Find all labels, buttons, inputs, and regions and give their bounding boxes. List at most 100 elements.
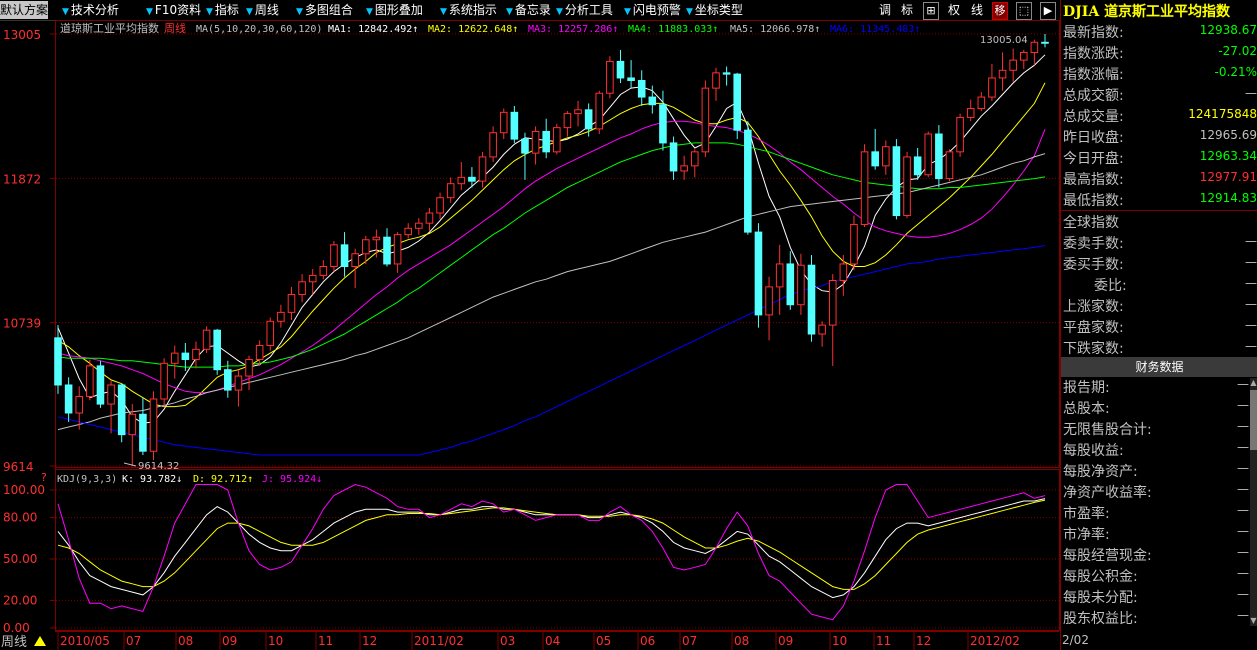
toolbar-item-7[interactable]: ▼ 系统指示 <box>440 1 497 19</box>
financial-value: — <box>1237 503 1249 517</box>
global-row: 平盘家数: — <box>1061 316 1257 337</box>
toolbar-item-label: 备忘录 <box>514 3 551 17</box>
price-tick-label: 9614 <box>3 460 34 474</box>
candle-body <box>563 113 572 129</box>
kdj-line-k <box>57 498 1046 599</box>
financial-row: 每股经营现金: — <box>1061 544 1251 565</box>
toolbar-item-0[interactable]: 默认方案 <box>0 1 49 19</box>
financial-label: 每股未分配: <box>1063 590 1138 606</box>
candle-body <box>680 165 688 172</box>
kdj-question-icon[interactable]: ? <box>41 471 47 484</box>
x-tick-label: 08 <box>734 634 749 648</box>
dropdown-arrow-icon: ▼ <box>686 7 693 17</box>
quote-row: 昨日收盘: 12965.69 <box>1061 126 1257 147</box>
dropdown-arrow-icon: ▼ <box>296 7 303 17</box>
candle-body <box>606 60 614 94</box>
toolbar-item-8[interactable]: ▼ 备忘录 <box>506 1 551 19</box>
financial-value: — <box>1237 482 1249 496</box>
toolbar-item-10[interactable]: ▼ 闪电预警 <box>624 1 681 19</box>
candle-body <box>128 413 137 436</box>
candle-body <box>255 344 264 360</box>
quote-value: 12977.91 <box>1199 170 1257 184</box>
candle-body <box>574 109 582 115</box>
ma-legend-item: MA2: 12622.648↑ <box>428 24 518 35</box>
candle-body <box>436 197 444 214</box>
quote-row: 总成交量: 124175848 <box>1061 105 1257 126</box>
toolbar-item-9[interactable]: ▼ 分析工具 <box>556 1 613 19</box>
window-icon[interactable]: ⬚ <box>1016 2 1032 20</box>
candle-body <box>956 116 964 153</box>
financial-header[interactable]: 财务数据 <box>1061 357 1257 377</box>
scroll-up-icon[interactable]: ▲ <box>1249 378 1257 388</box>
candle-body <box>351 253 359 267</box>
mark-button[interactable]: 标 <box>898 2 916 18</box>
candle-body <box>669 142 678 172</box>
candle-body <box>807 264 816 335</box>
candle-body <box>287 294 296 313</box>
global-label: 上涨家数: <box>1063 299 1124 315</box>
candle-body <box>690 151 699 167</box>
dropdown-arrow-icon: ▼ <box>556 7 563 17</box>
toolbar-item-label: 周线 <box>254 3 279 17</box>
quote-value: -27.02 <box>1218 44 1257 58</box>
candle-body <box>181 352 190 360</box>
rights-button[interactable]: 权 <box>945 2 963 18</box>
toolbar-item-3[interactable]: ▼ 指标 <box>206 1 239 19</box>
toolbar-item-1[interactable]: ▼ 技术分析 <box>62 1 119 19</box>
adjust-button[interactable]: 调 <box>876 2 894 18</box>
ma-legend-item: MA1: 12842.492↑ <box>328 24 418 35</box>
price-pane-frame <box>55 20 1060 468</box>
x-tick-label: 2011/02 <box>414 634 464 648</box>
candle-body <box>701 87 710 153</box>
financial-value: — <box>1237 587 1249 601</box>
toolbar-item-2[interactable]: ▼ F10资料 <box>146 1 201 19</box>
scroll-down-icon[interactable]: ▼ <box>1249 616 1257 626</box>
toolbar-item-5[interactable]: ▼ 多图组合 <box>296 1 353 19</box>
quote-label: 总成交量: <box>1063 109 1124 125</box>
global-row: 上涨家数: — <box>1061 295 1257 316</box>
candle-body <box>308 274 317 283</box>
period-tab-arrow-icon[interactable] <box>34 636 46 646</box>
toolbar-item-4[interactable]: ▼ 周线 <box>246 1 279 19</box>
scrollbar-thumb[interactable] <box>1250 390 1257 450</box>
financial-scrollbar[interactable] <box>1250 378 1257 626</box>
financial-value: — <box>1237 377 1249 391</box>
ma-legend-item: MA3: 12257.286↑ <box>528 24 618 35</box>
candle-body <box>499 111 508 134</box>
financial-row: 净资产收益率: — <box>1061 481 1251 502</box>
candle-body <box>96 365 105 405</box>
panel-bottom-date: 2/02 <box>1062 633 1089 647</box>
candle-body <box>988 77 996 98</box>
toolbar-item-6[interactable]: ▼ 图形叠加 <box>366 1 423 19</box>
global-row[interactable]: 全球指数 <box>1061 211 1257 232</box>
candle-body <box>722 72 731 75</box>
kdj-tick-label: 50.00 <box>3 552 37 566</box>
candle-body <box>415 222 423 229</box>
toolbar-item-11[interactable]: ▼ 坐标类型 <box>686 1 743 19</box>
period-tab[interactable]: 周线 <box>1 635 27 650</box>
play-icon[interactable]: ▶ <box>1040 2 1056 20</box>
candle-body <box>945 151 954 180</box>
kdj-pane-frame <box>55 469 1060 631</box>
candle-body <box>107 384 115 405</box>
kdj-d-label: D: 92.712↑ <box>193 474 253 485</box>
chart-period: 周线 <box>164 21 186 35</box>
toolbar-item-label: 闪电预警 <box>632 3 681 17</box>
price-tick-label: 13005 <box>3 28 41 42</box>
kdj-j-label: J: 95.924↓ <box>262 474 322 485</box>
quote-row: 今日开盘: 12963.34 <box>1061 147 1257 168</box>
global-row: 委比: — <box>1061 274 1257 295</box>
dropdown-arrow-icon: ▼ <box>506 7 513 17</box>
quote-value: 12938.67 <box>1199 23 1257 37</box>
candle-body <box>1030 41 1039 53</box>
quote-panel: DJIA 道京斯工业平均指数 最新指数: 12938.67 指数涨跌: -27.02 指… <box>1060 0 1257 650</box>
quote-label: 最新指数: <box>1063 25 1124 41</box>
move-button[interactable]: 移 <box>992 2 1008 20</box>
quote-row: 指数涨跌: -27.02 <box>1061 42 1257 63</box>
grid-icon[interactable]: ⊞ <box>923 2 939 20</box>
candle-body <box>850 223 858 265</box>
candle-body <box>478 156 487 182</box>
ma-line-ma1 <box>57 54 1046 424</box>
line-button[interactable]: 线 <box>968 2 986 18</box>
dropdown-arrow-icon: ▼ <box>146 7 153 17</box>
